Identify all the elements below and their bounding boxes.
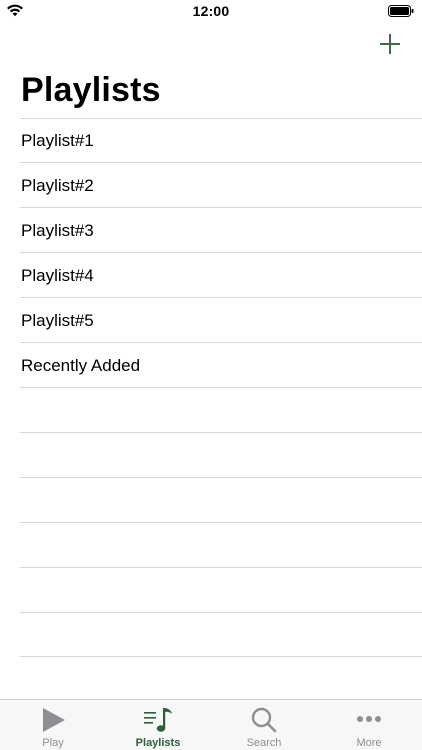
empty-row-separator: [20, 656, 422, 657]
playlist-row-label: Playlist#5: [21, 311, 94, 330]
tab-label: Search: [246, 737, 282, 749]
playlist-row-label: Playlist#1: [21, 131, 94, 150]
empty-row-separator: [20, 477, 422, 478]
tab-label: More: [356, 737, 382, 749]
add-playlist-button[interactable]: [376, 30, 404, 58]
empty-row-separator: [20, 522, 422, 523]
more-icon: [357, 716, 381, 722]
status-time: 12:00: [192, 3, 230, 19]
empty-row-separator: [20, 567, 422, 568]
tab-playlists[interactable]: Playlists: [105, 700, 211, 750]
tab-bar: Play Playlists Search More: [0, 699, 422, 750]
status-bar: 12:00: [0, 0, 422, 22]
tab-search[interactable]: Search: [211, 700, 317, 750]
playlist-row-3[interactable]: Playlist#3: [0, 208, 422, 253]
battery-icon: [388, 5, 414, 17]
playlist-row-2[interactable]: Playlist#2: [0, 163, 422, 208]
row-separator: [20, 387, 422, 388]
tab-play[interactable]: Play: [0, 700, 106, 750]
plus-icon: [380, 34, 400, 54]
play-icon: [43, 708, 65, 732]
playlists-icon: [144, 708, 172, 732]
playlist-row-label: Playlist#4: [21, 266, 94, 285]
playlist-row-1[interactable]: Playlist#1: [0, 118, 422, 163]
playlist-row-5[interactable]: Playlist#5: [0, 298, 422, 343]
playlist-row-label: Playlist#3: [21, 221, 94, 240]
search-icon: [251, 707, 277, 733]
page-title: Playlists: [21, 71, 161, 109]
playlist-row-label: Recently Added: [21, 356, 141, 375]
empty-row-separator: [20, 432, 422, 433]
playlist-row-label: Playlist#2: [21, 176, 94, 195]
tab-more[interactable]: More: [316, 700, 422, 750]
empty-row-separator: [20, 612, 422, 613]
tab-label: Playlists: [135, 737, 181, 749]
playlist-row-recently-added[interactable]: Recently Added: [0, 343, 422, 388]
tab-label: Play: [42, 737, 64, 749]
playlist-row-4[interactable]: Playlist#4: [0, 253, 422, 298]
